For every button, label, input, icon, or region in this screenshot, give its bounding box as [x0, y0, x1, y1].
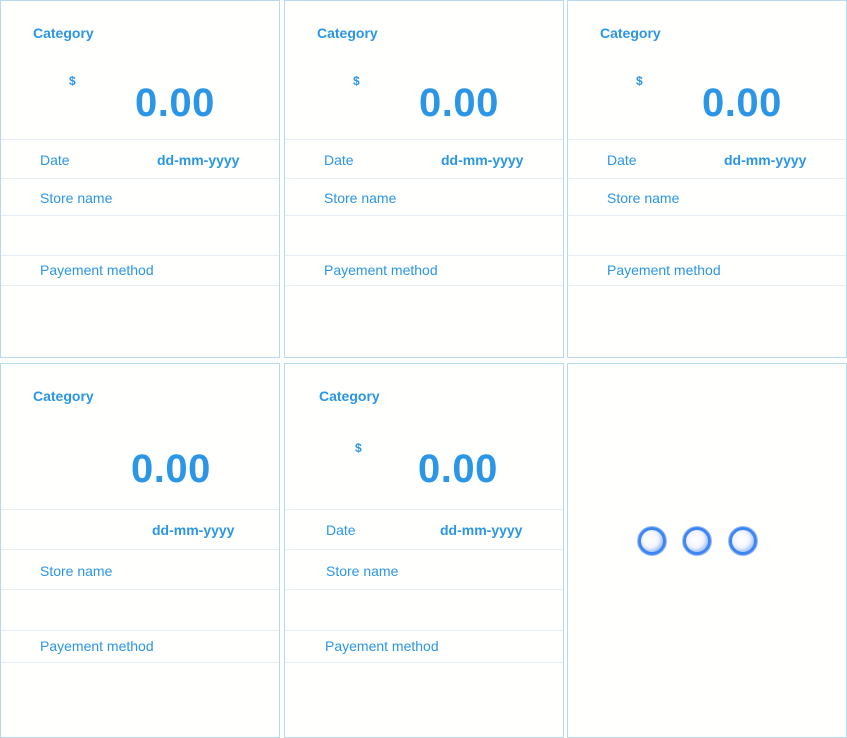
expense-card[interactable]: Category $ 0.00 Date dd-mm-yyyy Store na…: [284, 363, 564, 738]
date-label: Date: [324, 152, 354, 168]
amount-value: 0.00: [702, 81, 782, 125]
date-value[interactable]: dd-mm-yyyy: [441, 152, 523, 168]
category-label: Category: [317, 25, 378, 41]
divider: [285, 630, 563, 631]
currency-symbol: $: [353, 74, 360, 88]
category-label: Category: [33, 388, 94, 404]
divider: [285, 589, 563, 590]
expense-card[interactable]: Category $ 0.00 Date dd-mm-yyyy Store na…: [567, 0, 847, 358]
date-label: Date: [607, 152, 637, 168]
store-name-label: Store name: [40, 190, 113, 206]
divider: [1, 509, 279, 510]
expense-card[interactable]: Category $ 0.00 Date dd-mm-yyyy Store na…: [284, 0, 564, 358]
divider: [1, 255, 279, 256]
divider: [285, 255, 563, 256]
divider: [1, 285, 279, 286]
category-label: Category: [600, 25, 661, 41]
date-value[interactable]: dd-mm-yyyy: [152, 522, 234, 538]
date-value[interactable]: dd-mm-yyyy: [440, 522, 522, 538]
amount-value: 0.00: [135, 81, 215, 125]
divider: [568, 285, 846, 286]
divider: [568, 139, 846, 140]
divider: [1, 178, 279, 179]
date-label: Date: [326, 522, 356, 538]
divider: [568, 215, 846, 216]
divider: [285, 549, 563, 550]
divider: [1, 630, 279, 631]
store-name-label: Store name: [324, 190, 397, 206]
loading-dot-icon: [729, 527, 757, 555]
divider: [1, 589, 279, 590]
divider: [568, 255, 846, 256]
payment-method-label: Payement method: [40, 262, 154, 278]
store-name-label: Store name: [607, 190, 680, 206]
payment-method-label: Payement method: [324, 262, 438, 278]
divider: [1, 549, 279, 550]
payment-method-label: Payement method: [607, 262, 721, 278]
date-value[interactable]: dd-mm-yyyy: [157, 152, 239, 168]
divider: [285, 509, 563, 510]
payment-method-label: Payement method: [40, 638, 154, 654]
currency-symbol: $: [355, 441, 362, 455]
currency-symbol: $: [636, 74, 643, 88]
divider: [285, 215, 563, 216]
divider: [1, 215, 279, 216]
store-name-label: Store name: [326, 563, 399, 579]
divider: [285, 285, 563, 286]
loading-dot-icon: [683, 527, 711, 555]
expense-card[interactable]: Category $ 0.00 Date dd-mm-yyyy Store na…: [0, 0, 280, 358]
amount-value: 0.00: [418, 447, 498, 491]
payment-method-label: Payement method: [325, 638, 439, 654]
divider: [285, 662, 563, 663]
category-label: Category: [319, 388, 380, 404]
expense-card[interactable]: Category 0.00 dd-mm-yyyy Store name Paye…: [0, 363, 280, 738]
amount-value: 0.00: [131, 447, 211, 491]
divider: [568, 178, 846, 179]
divider: [1, 139, 279, 140]
date-label: Date: [40, 152, 70, 168]
divider: [1, 662, 279, 663]
loading-dot-icon: [638, 527, 666, 555]
currency-symbol: $: [69, 74, 76, 88]
loading-indicator: [636, 527, 764, 563]
date-value[interactable]: dd-mm-yyyy: [724, 152, 806, 168]
divider: [285, 178, 563, 179]
divider: [285, 139, 563, 140]
store-name-label: Store name: [40, 563, 113, 579]
category-label: Category: [33, 25, 94, 41]
amount-value: 0.00: [419, 81, 499, 125]
